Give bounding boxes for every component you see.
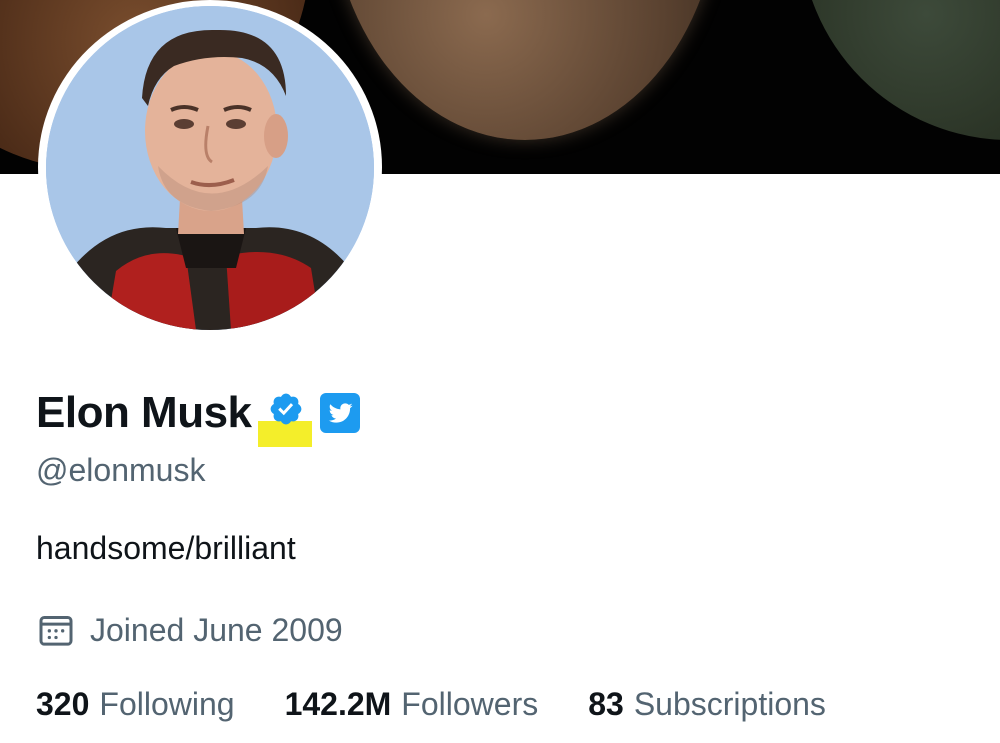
- banner-planet-right: [800, 0, 1000, 140]
- name-row: Elon Musk: [36, 383, 360, 447]
- subscriptions-label: Subscriptions: [633, 686, 826, 722]
- verified-highlight: [257, 383, 312, 447]
- following-count: 320: [36, 686, 90, 722]
- following-link[interactable]: 320 Following: [36, 686, 235, 723]
- followers-label: Followers: [401, 686, 539, 722]
- following-label: Following: [99, 686, 235, 722]
- twitter-bird-icon: [328, 403, 353, 423]
- followers-link[interactable]: 142.2M Followers: [285, 686, 539, 723]
- calendar-icon: [39, 616, 73, 646]
- banner-planet-center: [330, 0, 720, 140]
- subscriptions-link[interactable]: 83 Subscriptions: [588, 686, 826, 723]
- joined-date: Joined June 2009: [36, 610, 343, 650]
- avatar-portrait: [46, 6, 374, 330]
- subscriptions-count: 83: [588, 686, 624, 722]
- user-handle: @elonmusk: [36, 452, 206, 488]
- followers-count: 142.2M: [284, 686, 392, 722]
- display-name: Elon Musk: [36, 388, 252, 437]
- twitter-affiliate-badge[interactable]: [319, 393, 360, 433]
- joined-text: Joined June 2009: [90, 611, 343, 648]
- verified-badge-icon[interactable]: [268, 391, 304, 427]
- avatar[interactable]: [46, 6, 374, 330]
- bio: handsome/brilliant: [36, 530, 296, 566]
- profile-stats: 320 Following 142.2M Followers 83 Subscr…: [36, 686, 876, 723]
